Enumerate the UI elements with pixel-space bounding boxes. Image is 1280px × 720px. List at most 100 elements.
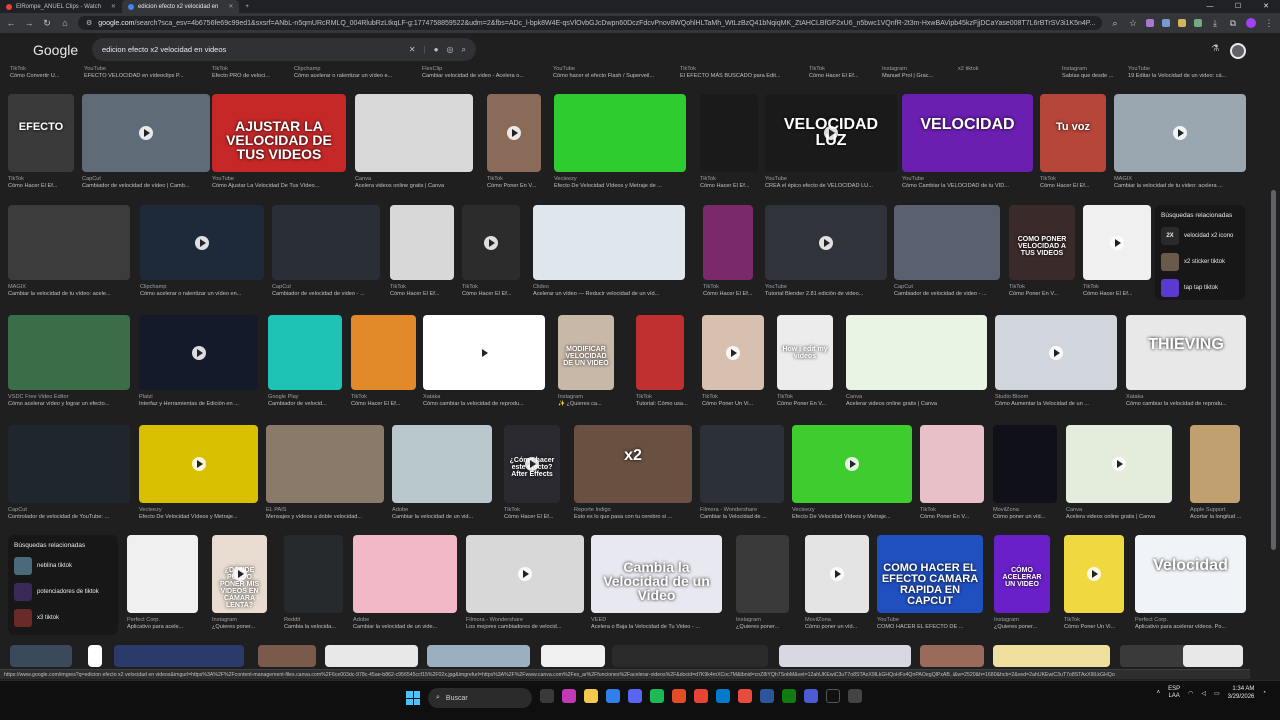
image-result[interactable] bbox=[114, 645, 244, 667]
result-caption[interactable]: Clipchamp Cómo acelerar o ralentizar un v… bbox=[294, 66, 392, 80]
related-search-item[interactable]: potenciadores de tiktok bbox=[8, 579, 118, 605]
result-caption[interactable]: Perfect Corp. Aplicativo para acelerar ví… bbox=[1135, 617, 1252, 631]
image-result[interactable] bbox=[554, 94, 686, 172]
image-result[interactable] bbox=[127, 535, 198, 613]
home-icon[interactable]: ⌂ bbox=[60, 18, 70, 28]
result-caption[interactable]: Instagram ¿Quieres poner... bbox=[994, 617, 1056, 631]
image-result[interactable] bbox=[993, 645, 1110, 667]
image-result[interactable] bbox=[993, 425, 1057, 503]
image-result[interactable] bbox=[1066, 425, 1172, 503]
volume-icon[interactable]: ◁ bbox=[1201, 690, 1206, 697]
discord-icon[interactable] bbox=[628, 689, 642, 703]
result-caption[interactable]: Studio Bloom Cómo Aumentar la Velocidad d… bbox=[995, 394, 1123, 408]
google-logo[interactable]: Google bbox=[33, 42, 78, 58]
image-result[interactable] bbox=[88, 645, 102, 667]
result-caption[interactable]: EL PAÍS Mensajes y vídeos a doble velocid… bbox=[266, 507, 390, 521]
result-caption[interactable]: YouTube Cómo Ajustar La Velocidad De Tus … bbox=[212, 176, 352, 190]
new-tab-button[interactable]: + bbox=[239, 0, 255, 13]
result-caption[interactable]: Clipchamp Cómo acelerar o ralentizar un v… bbox=[140, 284, 270, 298]
image-result[interactable]: CÓMO ACELERAR UN VIDEO bbox=[994, 535, 1050, 613]
image-result[interactable] bbox=[1190, 425, 1240, 503]
result-caption[interactable]: Instagram ¿Quieres poner... bbox=[212, 617, 273, 631]
clear-icon[interactable]: ✕ bbox=[409, 45, 416, 54]
image-result[interactable]: MODIFICAR VELOCIDAD DE UN VIDEO bbox=[558, 315, 614, 390]
image-result[interactable] bbox=[1064, 535, 1124, 613]
image-result[interactable] bbox=[792, 425, 912, 503]
image-result[interactable] bbox=[266, 425, 384, 503]
result-caption[interactable]: Instagram Manuel Prol | Grac... bbox=[882, 66, 933, 80]
image-result[interactable] bbox=[1114, 94, 1246, 172]
extension-icon[interactable] bbox=[1194, 19, 1202, 27]
result-caption[interactable]: TikTok Cómo Hacer El Ef... bbox=[1083, 284, 1157, 298]
copilot-icon[interactable] bbox=[562, 689, 576, 703]
result-caption[interactable]: YouTube Cómo Cambiar la VELOCIDAD de tu V… bbox=[902, 176, 1039, 190]
image-result[interactable] bbox=[466, 535, 584, 613]
image-result[interactable] bbox=[355, 94, 473, 172]
result-caption[interactable]: TikTok Cómo Poner Un Vi... bbox=[1064, 617, 1130, 631]
notifications-icon[interactable]: ◔ bbox=[1262, 690, 1266, 696]
image-result[interactable]: ¿DÓNDE PUEDO PONER MIS VIDEOS EN CÁMARA … bbox=[212, 535, 267, 613]
image-result[interactable]: COMO HACER EL EFECTO CAMARA RAPIDA EN CA… bbox=[877, 535, 983, 613]
image-result[interactable] bbox=[1183, 645, 1243, 667]
search-input[interactable]: edicion efecto x2 velocidad en videos bbox=[102, 45, 401, 54]
mic-icon[interactable]: ● bbox=[434, 45, 439, 54]
result-caption[interactable]: VSDC Free Video Editor Cómo acelerar víde… bbox=[8, 394, 136, 408]
result-caption[interactable]: TikTok Cómo Hacer El Ef... bbox=[809, 66, 858, 80]
image-result[interactable] bbox=[351, 315, 416, 390]
image-result[interactable]: x2 bbox=[574, 425, 692, 503]
result-caption[interactable]: TikTok Cómo Hacer El Ef... bbox=[390, 284, 460, 298]
result-caption[interactable]: Instagram Sabías que desde ... bbox=[1062, 66, 1113, 80]
minimize-icon[interactable]: — bbox=[1196, 0, 1224, 13]
image-result[interactable] bbox=[541, 645, 605, 667]
image-result[interactable] bbox=[8, 425, 130, 503]
taskbar-search[interactable]: ⌕ Buscar bbox=[428, 688, 532, 708]
lens-icon[interactable]: ◎ bbox=[447, 45, 454, 54]
result-caption[interactable]: TikTok Cómo Poner En V... bbox=[920, 507, 990, 521]
image-result[interactable] bbox=[427, 645, 530, 667]
result-caption[interactable]: CapCut Controlador de velocidad de YouTub… bbox=[8, 507, 136, 521]
reload-icon[interactable]: ↻ bbox=[42, 18, 52, 29]
tiktok-icon[interactable] bbox=[826, 689, 840, 703]
image-result[interactable] bbox=[390, 205, 454, 280]
image-result[interactable] bbox=[805, 535, 869, 613]
app-icon[interactable] bbox=[672, 689, 686, 703]
image-result[interactable] bbox=[700, 425, 784, 503]
result-caption[interactable]: TikTok Cómo Poner Un Vi... bbox=[702, 394, 770, 408]
puzzle-icon[interactable]: ⧉ bbox=[1228, 18, 1238, 29]
result-caption[interactable]: CapCut Cambiador de velocidad de video - … bbox=[272, 284, 386, 298]
result-caption[interactable]: TikTok Cómo Poner En V... bbox=[1009, 284, 1081, 298]
result-caption[interactable]: Instagram ✨ ¿Quieres ca... bbox=[558, 394, 620, 408]
image-result[interactable] bbox=[700, 94, 758, 172]
image-result[interactable]: COMO PONER VELOCIDAD A TUS VIDEOS bbox=[1009, 205, 1075, 280]
close-window-icon[interactable]: ✕ bbox=[1252, 0, 1280, 13]
result-caption[interactable]: YouTube Cómo hacer el efecto Flash / Supe… bbox=[553, 66, 654, 80]
windows-start-icon[interactable] bbox=[406, 691, 420, 705]
result-caption[interactable]: Reddit Cambia la velocida... bbox=[284, 617, 349, 631]
chevron-up-icon[interactable]: ˄ bbox=[1157, 690, 1161, 696]
result-caption[interactable]: Clideo Acelerar un vídeo — Reducir veloci… bbox=[533, 284, 691, 298]
edge-icon[interactable] bbox=[606, 689, 620, 703]
result-caption[interactable]: Xataka Cómo cambiar la velocidad de repro… bbox=[423, 394, 551, 408]
result-caption[interactable]: Canva Acelerar videos online gratis | Can… bbox=[846, 394, 993, 408]
result-caption[interactable]: Adobe Cambiar la velocidad de un vid... bbox=[392, 507, 498, 521]
image-result[interactable] bbox=[736, 535, 789, 613]
file-explorer-icon[interactable] bbox=[584, 689, 598, 703]
image-result[interactable]: ¿Cómo hacer este efecto? After Effects bbox=[504, 425, 560, 503]
result-caption[interactable]: TikTok Cómo Poner En V... bbox=[777, 394, 839, 408]
image-result[interactable]: VELOCIDAD bbox=[902, 94, 1033, 172]
result-caption[interactable]: TikTok Cómo Hacer El Ef... bbox=[700, 176, 764, 190]
xbox-icon[interactable] bbox=[782, 689, 796, 703]
result-caption[interactable]: MAGIX Cambiar la velocidad de tu video: a… bbox=[1114, 176, 1252, 190]
image-result[interactable] bbox=[894, 205, 1000, 280]
image-result[interactable] bbox=[140, 205, 264, 280]
image-result[interactable] bbox=[779, 645, 911, 667]
image-result[interactable]: How i edit my videos bbox=[777, 315, 833, 390]
result-caption[interactable]: TikTok Efecto PRO de veloci... bbox=[212, 66, 270, 80]
image-result[interactable] bbox=[8, 205, 130, 280]
profile-avatar[interactable] bbox=[1246, 18, 1256, 28]
image-result[interactable] bbox=[139, 425, 258, 503]
result-caption[interactable]: Filmora - Wondershare Los mejores cambiad… bbox=[466, 617, 590, 631]
result-caption[interactable]: TikTok Cómo Poner En V... bbox=[487, 176, 547, 190]
search-icon[interactable]: ⌕ bbox=[462, 45, 466, 55]
image-result[interactable] bbox=[846, 315, 987, 390]
